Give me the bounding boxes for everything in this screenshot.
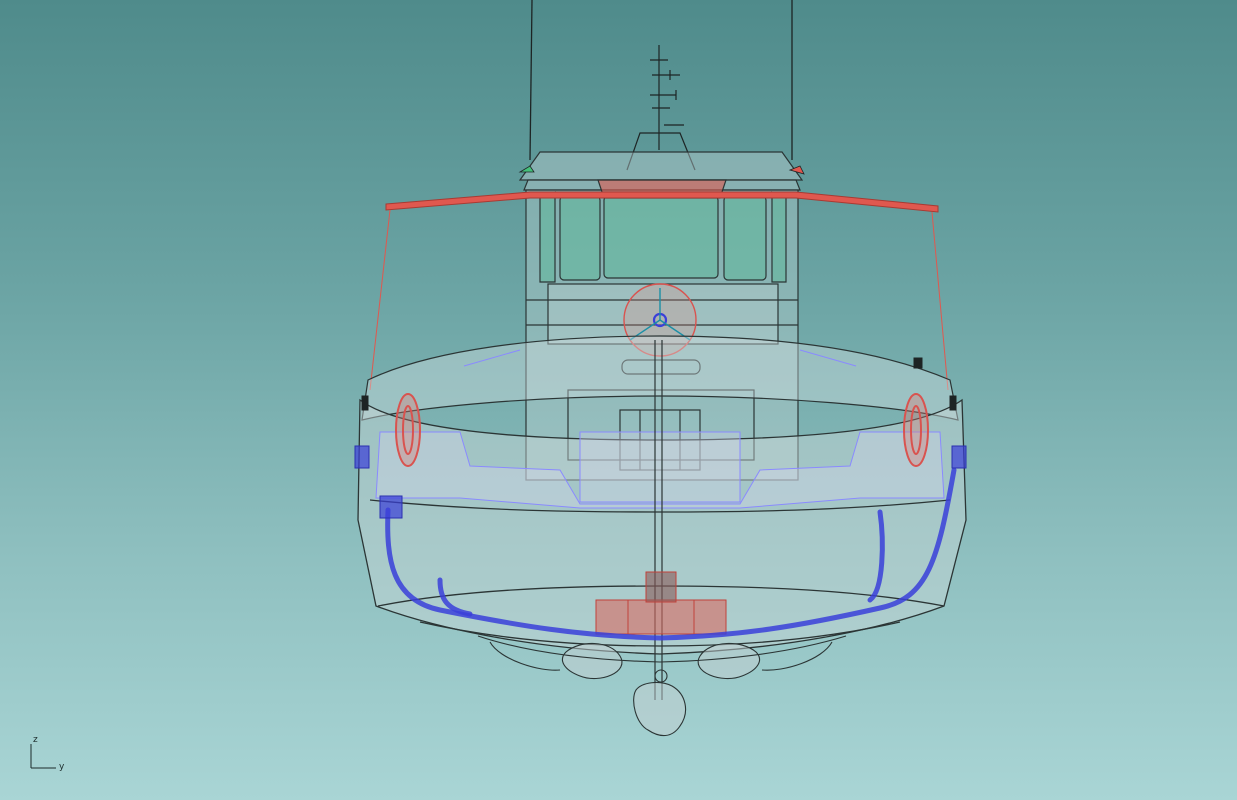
- mast-antenna: [626, 45, 696, 171]
- axis-z-label: z: [33, 735, 38, 745]
- axis-indicator: z y: [26, 732, 76, 782]
- axis-y-label: y: [59, 762, 65, 772]
- boat-model-front-view[interactable]: [0, 0, 1237, 800]
- rhino-viewport[interactable]: z y: [0, 0, 1237, 800]
- crane-cables: [529, 0, 793, 161]
